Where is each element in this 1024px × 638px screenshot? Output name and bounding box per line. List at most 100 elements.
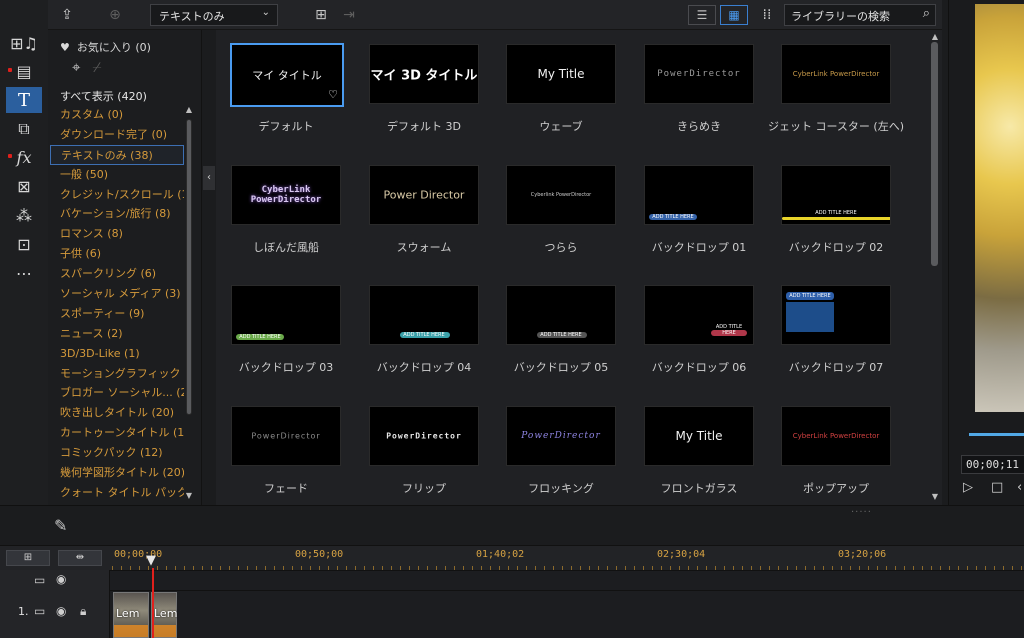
template-thumbnail[interactable]: CyberLink PowerDirector [781, 406, 891, 466]
filter-dropdown[interactable]: テキストのみ ⌄ [150, 4, 278, 26]
category-item[interactable]: 吹き出しタイトル (20) [50, 403, 184, 423]
template-thumbnail[interactable]: PowerDirector [644, 44, 754, 104]
template-thumbnail[interactable]: ADD TITLE HERE [369, 285, 479, 345]
search-icon[interactable]: ⌕ [923, 6, 930, 21]
thumbnail-text: My Title [675, 429, 723, 443]
list-view-button[interactable]: ☰ [688, 5, 716, 25]
template-thumbnail[interactable]: ADD TITLE HERE [644, 165, 754, 225]
eye-icon[interactable]: ◉ [56, 572, 66, 586]
template-thumbnail[interactable]: My Title [644, 406, 754, 466]
sort-grid-icon[interactable]: ⁞⁞ [758, 6, 776, 24]
download-icon[interactable]: ⊕ [106, 6, 124, 24]
category-item[interactable]: バケーション/旅行 (8) [50, 204, 184, 224]
fit-timeline-button[interactable]: ⇹ [58, 550, 102, 566]
category-item[interactable]: テキストのみ (38) [50, 144, 184, 165]
category-item[interactable]: スパークリング (6) [50, 264, 184, 284]
template-label: きらめき [677, 120, 721, 133]
template-thumbnail[interactable]: ADD TITLE HERE [231, 285, 341, 345]
scroll-down-icon[interactable]: ▼ [185, 491, 193, 500]
scroll-thumb[interactable] [186, 119, 192, 415]
category-item[interactable]: ブロガー ソーシャル... (27) [50, 383, 184, 403]
category-item[interactable]: ロマンス (8) [50, 224, 184, 244]
eye-icon[interactable]: ◉ [56, 604, 66, 618]
thumbnail-text: CyberLink PowerDirector [792, 70, 880, 78]
category-item[interactable]: モーショングラフィック (44) [50, 364, 184, 384]
template-thumbnail[interactable]: CyberLink PowerDirector [781, 44, 891, 104]
category-item[interactable]: 一般 (50) [50, 165, 184, 185]
template-thumbnail[interactable]: ADD TITLE HERE [781, 285, 891, 345]
template-thumbnail[interactable]: PowerDirector [231, 406, 341, 466]
edit-pen-icon[interactable]: ✎ [54, 516, 67, 535]
notification-dot-icon [8, 68, 12, 72]
category-item[interactable]: ニュース (2) [50, 324, 184, 344]
category-item[interactable]: 3D/3D-Like (1) [50, 344, 184, 364]
playhead-marker-icon[interactable]: ▼ [146, 553, 160, 568]
template-thumbnail[interactable]: PowerDirector [369, 406, 479, 466]
timeline-clip[interactable]: Lem [113, 592, 149, 638]
collapse-panel-button[interactable]: ‹ [203, 166, 215, 190]
category-scrollbar[interactable]: ▲ ▼ [185, 105, 193, 500]
template-thumbnail[interactable]: ADD TITLE HERE [506, 285, 616, 345]
lock-icon[interactable]: 🔒︎ [80, 604, 86, 619]
favorites-row[interactable]: ♥ お気に入り (0) [60, 39, 151, 55]
grid-scrollbar[interactable]: ▲ ▼ [928, 30, 942, 505]
template-thumbnail[interactable]: My Title [506, 44, 616, 104]
remove-tag-icon[interactable]: ⌿ [92, 58, 101, 76]
category-item[interactable]: ソーシャル メディア (3) [50, 284, 184, 304]
library-search-input[interactable]: ライブラリーの検索 ⌕ [784, 4, 936, 26]
template-thumbnail[interactable]: ADD TITLE HERE [644, 285, 754, 345]
template-label: デフォルト 3D [387, 120, 461, 133]
category-item[interactable]: コミックパック (12) [50, 443, 184, 463]
room-toolbar: ⊞♫ ▤ T ⧉ 𝑓x ⊠ ⁂ ⊡ ⋯ [0, 0, 48, 505]
preview-timecode[interactable]: 00;00;11 [961, 455, 1024, 474]
template-thumbnail[interactable]: Power Director [369, 165, 479, 225]
scroll-up-icon[interactable]: ▲ [930, 32, 940, 41]
timecode-label: 01;40;02 [476, 549, 525, 560]
show-all-row[interactable]: すべて表示 (420) [60, 88, 147, 104]
resize-handle-icon[interactable]: ····· [851, 507, 872, 518]
grid-view-button[interactable]: ▦ [720, 5, 748, 25]
category-item[interactable]: 幾何学図形タイトル (20) [50, 463, 184, 483]
category-item[interactable]: カートゥーンタイトル (15) [50, 423, 184, 443]
import-icon[interactable]: ⇪ [58, 6, 76, 24]
scroll-down-icon[interactable]: ▼ [930, 492, 940, 501]
category-item[interactable]: ダウンロード完了 (0) [50, 125, 184, 145]
timeline-toolbar: ✎ ····· [0, 505, 1024, 545]
play-icon[interactable]: ▷ [963, 480, 973, 495]
scroll-thumb[interactable] [931, 42, 938, 266]
add-tag-icon[interactable]: ⌖ [72, 58, 80, 76]
category-item[interactable]: スポーティー (9) [50, 304, 184, 324]
fx-room-button[interactable]: 𝑓x [6, 144, 42, 170]
category-item[interactable]: クレジット/スクロール (15) [50, 185, 184, 205]
thumbnail-text: ADD TITLE HERE [815, 210, 857, 216]
thumbnail-text: ADD TITLE HERE [540, 332, 582, 338]
template-thumbnail[interactable]: CyberLink PowerDirector [231, 165, 341, 225]
template-thumbnail[interactable]: Cyberlink PowerDirector [506, 165, 616, 225]
title-room-button[interactable]: T [6, 87, 42, 113]
media-room-button[interactable]: ⊞♫ [6, 30, 42, 56]
previous-frame-icon[interactable]: ‹ [1017, 480, 1022, 495]
category-item[interactable]: クォート タイトル パック (20) [50, 483, 184, 503]
preview-progress[interactable] [969, 433, 1024, 436]
category-item[interactable]: カスタム (0) [50, 105, 184, 125]
favorite-heart-icon[interactable]: ♡ [328, 88, 338, 101]
more-rooms-button[interactable]: ⋯ [6, 260, 42, 286]
sticker-room-button[interactable]: ⊠ [6, 173, 42, 199]
timeline-clip[interactable]: Lem [151, 592, 177, 638]
track-manager-button[interactable]: ⊞ [6, 550, 50, 566]
insert-to-track-icon[interactable]: ⇥ [340, 6, 358, 24]
clip-label: Lem [154, 607, 178, 620]
template-thumbnail[interactable]: マイ 3D タイトル [369, 44, 479, 104]
scroll-up-icon[interactable]: ▲ [185, 105, 193, 114]
category-item[interactable]: 子供 (6) [50, 244, 184, 264]
stop-icon[interactable]: □ [991, 480, 1003, 495]
template-thumbnail[interactable]: ADD TITLE HERE [781, 165, 891, 225]
template-thumbnail[interactable]: マイ タイトル ♡ [230, 43, 344, 107]
template-thumbnail[interactable]: PowerDirector [506, 406, 616, 466]
storyboard-button[interactable]: ▤ [6, 58, 42, 84]
transition-room-button[interactable]: ⧉ [6, 116, 42, 142]
pip-room-button[interactable]: ⊡ [6, 231, 42, 257]
particle-room-button[interactable]: ⁂ [6, 202, 42, 228]
playhead-line[interactable] [152, 568, 154, 638]
add-title-icon[interactable]: ⊞ [312, 6, 330, 24]
